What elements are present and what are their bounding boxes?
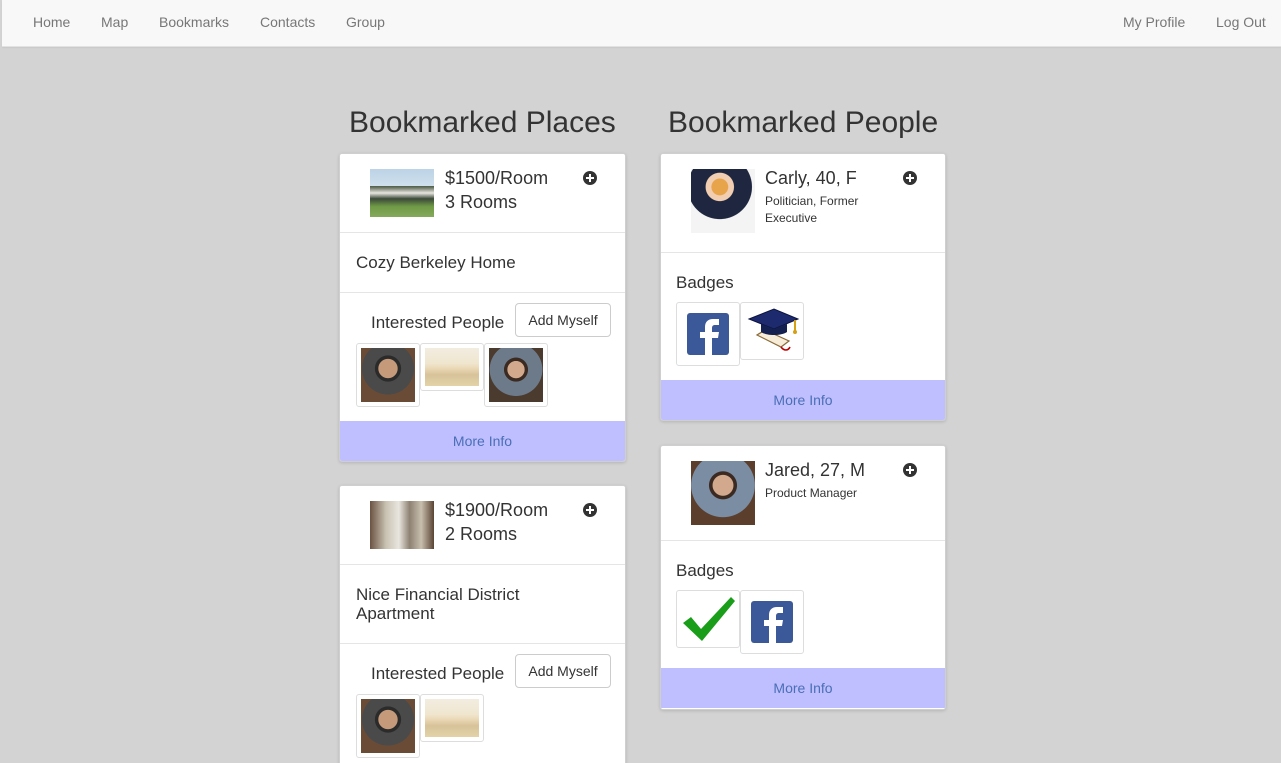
bookmarked-places-heading: Bookmarked Places	[349, 106, 616, 139]
bookmarked-people-heading: Bookmarked People	[668, 106, 939, 139]
interested-people-label: Interested People	[371, 664, 505, 683]
person-photo[interactable]	[691, 461, 755, 525]
facebook-badge[interactable]	[676, 302, 740, 366]
remove-bookmark-icon[interactable]	[903, 171, 917, 185]
more-info-button[interactable]: More Info	[661, 668, 945, 708]
more-info-button[interactable]: More Info	[661, 380, 945, 420]
person-name: Carly, 40, F	[765, 168, 857, 188]
avatar	[361, 348, 415, 402]
top-navbar: Home Map Bookmarks Contacts Group My Pro…	[2, 0, 1281, 47]
place-rooms: 3 Rooms	[445, 192, 518, 212]
divider	[340, 643, 625, 644]
nav-contacts[interactable]: Contacts	[260, 14, 315, 30]
facebook-icon	[751, 601, 793, 643]
person-card: Carly, 40, F Politician, Former Executiv…	[660, 153, 946, 421]
place-photo[interactable]	[370, 169, 434, 217]
interested-person-avatar[interactable]	[356, 343, 420, 407]
place-card: $1500/Room 3 Rooms Cozy Berkeley Home In…	[339, 153, 626, 462]
nav-bookmarks[interactable]: Bookmarks	[159, 14, 229, 30]
interested-person-avatar[interactable]	[484, 343, 548, 407]
person-photo[interactable]	[691, 169, 755, 233]
add-myself-button[interactable]: Add Myself	[515, 303, 611, 337]
divider	[661, 540, 945, 541]
avatar	[361, 699, 415, 753]
facebook-badge[interactable]	[740, 590, 804, 654]
badges-label: Badges	[676, 561, 734, 580]
interested-person-avatar[interactable]	[420, 343, 484, 391]
checkmark-icon	[683, 597, 735, 641]
badges-label: Badges	[676, 273, 734, 292]
remove-bookmark-icon[interactable]	[583, 503, 597, 517]
person-description: Politician, Former Executive	[765, 194, 859, 225]
nav-home[interactable]: Home	[33, 14, 70, 30]
person-name: Jared, 27, M	[765, 460, 866, 480]
person-description: Product Manager	[765, 486, 858, 500]
place-title: Nice Financial District Apartment	[356, 585, 520, 623]
graduation-cap-icon	[747, 308, 800, 351]
person-card: Jared, 27, M Product Manager Badges More…	[660, 445, 946, 710]
place-rooms: 2 Rooms	[445, 524, 518, 544]
more-info-button[interactable]: More Info	[340, 421, 625, 461]
remove-bookmark-icon[interactable]	[903, 463, 917, 477]
place-card: $1900/Room 2 Rooms Nice Financial Distri…	[339, 485, 626, 763]
facebook-icon	[687, 313, 729, 355]
divider	[340, 564, 625, 565]
avatar	[425, 348, 479, 386]
verified-badge[interactable]	[676, 590, 740, 648]
add-myself-button[interactable]: Add Myself	[515, 654, 611, 688]
education-badge[interactable]	[740, 302, 804, 360]
remove-bookmark-icon[interactable]	[583, 171, 597, 185]
interested-person-avatar[interactable]	[356, 694, 420, 758]
nav-group[interactable]: Group	[346, 14, 385, 30]
avatar	[489, 348, 543, 402]
nav-log-out[interactable]: Log Out	[1216, 14, 1266, 30]
divider	[340, 232, 625, 233]
nav-my-profile[interactable]: My Profile	[1123, 14, 1185, 30]
avatar	[425, 699, 479, 737]
interested-people-label: Interested People	[371, 313, 505, 332]
interested-person-avatar[interactable]	[420, 694, 484, 742]
divider	[340, 292, 625, 293]
place-photo[interactable]	[370, 501, 434, 549]
place-price: $1900/Room	[445, 500, 549, 520]
place-title: Cozy Berkeley Home	[356, 253, 516, 272]
divider	[661, 252, 945, 253]
nav-map[interactable]: Map	[101, 14, 128, 30]
place-price: $1500/Room	[445, 168, 549, 188]
